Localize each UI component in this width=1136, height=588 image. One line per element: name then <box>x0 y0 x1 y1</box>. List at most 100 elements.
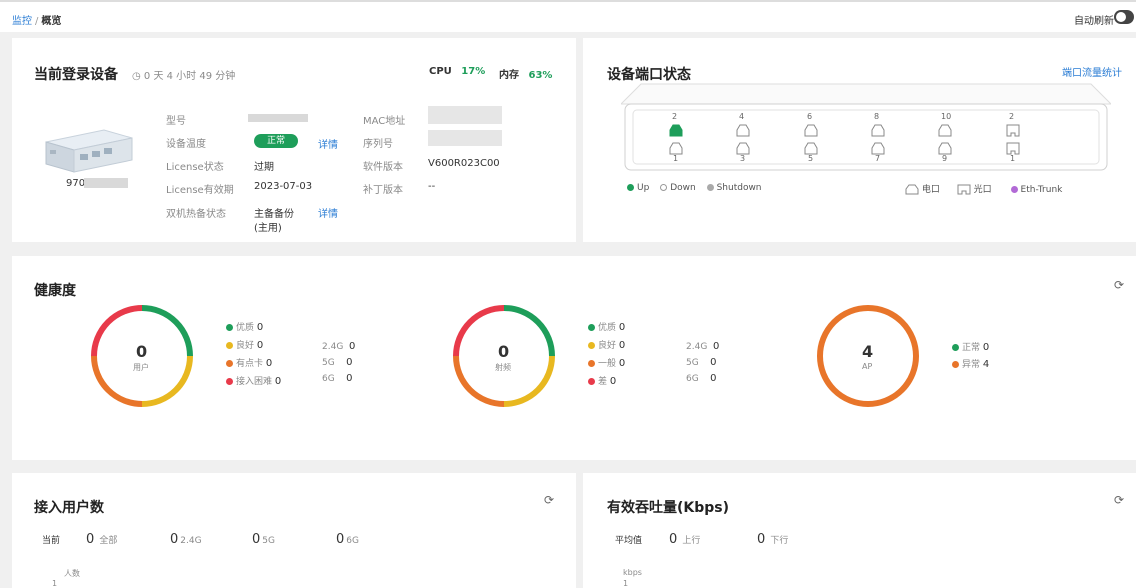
electric-port-icon[interactable] <box>669 122 683 137</box>
device-name: 970 <box>66 178 85 189</box>
ha-status-label: 双机热备状态 <box>166 209 226 220</box>
electric-port-icon[interactable] <box>871 140 885 155</box>
license-status-label: License状态 <box>166 162 224 173</box>
device-name-redacted <box>84 178 128 188</box>
auto-refresh-label: 自动刷新 <box>1074 16 1114 27</box>
current-device-card: 当前登录设备 ◷ 0 天 4 小时 49 分钟 CPU 17% 内存 63% 9… <box>12 38 576 242</box>
legend-up: Up <box>627 183 649 193</box>
port-number-bottom: 9 <box>942 154 948 163</box>
toggle-knob <box>1116 12 1126 22</box>
auto-refresh-toggle[interactable] <box>1114 10 1134 24</box>
electric-port-icon[interactable] <box>736 140 750 155</box>
electric-port-icon[interactable] <box>736 122 750 137</box>
users-band-5g: 5G 0 <box>322 357 353 368</box>
port-number-bottom: 1 <box>1010 154 1016 163</box>
stat-upstream: 0 上行 <box>669 532 701 547</box>
ha-status-role: (主用) <box>254 223 282 234</box>
breadcrumb-separator: / <box>35 16 39 27</box>
ap-abnormal: 异常 4 <box>952 357 989 370</box>
radio-excellent: 优质 0 <box>588 320 625 333</box>
uptime: ◷ 0 天 4 小时 49 分钟 <box>132 67 235 82</box>
electric-port-icon[interactable] <box>938 140 952 155</box>
radio-band-6g: 6G 0 <box>686 373 717 384</box>
port-traffic-link[interactable]: 端口流量统计 <box>1062 64 1122 79</box>
breadcrumb-current: 概览 <box>41 16 62 27</box>
throughput-refresh-icon[interactable]: ⟳ <box>1114 493 1124 507</box>
port-number-top: 2 <box>1009 112 1015 121</box>
optical-port-icon <box>957 184 974 195</box>
serial-value-redacted <box>428 130 502 146</box>
electric-port-icon[interactable] <box>804 122 818 137</box>
legend-eth-trunk: Eth-Trunk <box>1010 185 1062 195</box>
users-y-tick: 1 <box>52 579 58 588</box>
device-image <box>45 129 133 173</box>
port-number-top: 8 <box>874 112 880 121</box>
throughput-y-tick: 1 <box>623 579 629 588</box>
clock-icon: ◷ <box>132 71 141 82</box>
ap-normal: 正常 0 <box>952 340 989 353</box>
legend-shutdown: Shutdown <box>706 183 762 193</box>
software-version-label: 软件版本 <box>363 162 403 173</box>
health-refresh-icon[interactable]: ⟳ <box>1114 278 1124 292</box>
optical-port-icon[interactable] <box>1006 122 1020 137</box>
license-expiry-value: 2023-07-03 <box>254 181 313 192</box>
users-good: 良好 0 <box>226 338 263 351</box>
electric-port-icon[interactable] <box>804 140 818 155</box>
users-health-value: 0 <box>136 342 148 361</box>
port-type-legend: 电口 光口 Eth-Trunk <box>905 182 1062 195</box>
mac-value-redacted <box>428 106 502 124</box>
memory-value: 63% <box>528 70 553 81</box>
electric-port-icon[interactable] <box>669 140 683 155</box>
users-y-unit: 人数 <box>64 569 80 578</box>
ap-health-label: AP <box>862 362 873 371</box>
breadcrumb-monitor-link[interactable]: 监控 <box>12 16 32 27</box>
cpu-value: 17% <box>461 66 486 77</box>
health-card: 健康度 ⟳ 0 用户 优质 0 良好 0 有点卡 0 接入困难 0 2.4G 0… <box>12 256 1136 460</box>
serial-label: 序列号 <box>363 139 393 150</box>
memory-label: 内存 <box>499 70 519 81</box>
temperature-detail-link[interactable]: 详情 <box>318 136 338 151</box>
users-health-label: 用户 <box>133 363 149 372</box>
optical-port-icon[interactable] <box>1006 140 1020 155</box>
port-status-title: 设备端口状态 <box>607 67 691 83</box>
breadcrumb: 监控 / 概览 <box>12 12 61 27</box>
stat-downstream: 0 下行 <box>757 532 789 547</box>
stat-24g: 0 2.4G <box>170 532 202 547</box>
stat-all: 0 全部 <box>86 532 118 547</box>
access-users-title: 接入用户数 <box>34 500 104 516</box>
port-number-top: 10 <box>941 112 952 121</box>
current-device-title: 当前登录设备 <box>34 67 118 83</box>
users-laggy: 有点卡 0 <box>226 356 272 369</box>
port-number-top: 6 <box>807 112 813 121</box>
port-number-top: 2 <box>672 112 678 121</box>
legend-down: Down <box>660 183 696 193</box>
health-title: 健康度 <box>34 283 76 299</box>
optical-port-label: 光口 <box>973 185 992 195</box>
users-band-6g: 6G 0 <box>322 373 353 384</box>
model-label: 型号 <box>166 116 186 127</box>
software-version-value: V600R023C00 <box>428 158 500 169</box>
switch-panel <box>621 83 1111 171</box>
top-bar: 监控 / 概览 自动刷新 <box>0 0 1136 32</box>
cpu-stat: CPU 17% <box>429 66 485 77</box>
memory-stat: 内存 63% <box>499 66 552 81</box>
port-number-bottom: 7 <box>875 154 881 163</box>
ha-detail-link[interactable]: 详情 <box>318 205 338 220</box>
current-label: 当前 <box>42 536 61 546</box>
electric-port-icon[interactable] <box>871 122 885 137</box>
uptime-value: 0 天 4 小时 49 分钟 <box>143 71 236 82</box>
port-number-bottom: 5 <box>808 154 814 163</box>
users-access-difficulty: 接入困难 0 <box>226 374 281 387</box>
radio-health-label: 射频 <box>495 363 511 372</box>
electric-port-icon[interactable] <box>938 122 952 137</box>
throughput-y-unit: kbps <box>623 568 642 577</box>
access-users-card: 接入用户数 ⟳ 当前 0 全部 0 2.4G 0 5G 0 6G 人数 1 <box>12 473 576 588</box>
users-band-24g: 2.4G 0 <box>322 341 356 352</box>
port-number-top: 4 <box>739 112 745 121</box>
electric-port-icon <box>905 184 922 195</box>
electric-port-label: 电口 <box>921 185 940 195</box>
stat-6g: 0 6G <box>336 532 359 547</box>
patch-version-label: 补丁版本 <box>363 185 403 196</box>
access-users-refresh-icon[interactable]: ⟳ <box>544 493 554 507</box>
patch-version-value: -- <box>428 181 436 192</box>
